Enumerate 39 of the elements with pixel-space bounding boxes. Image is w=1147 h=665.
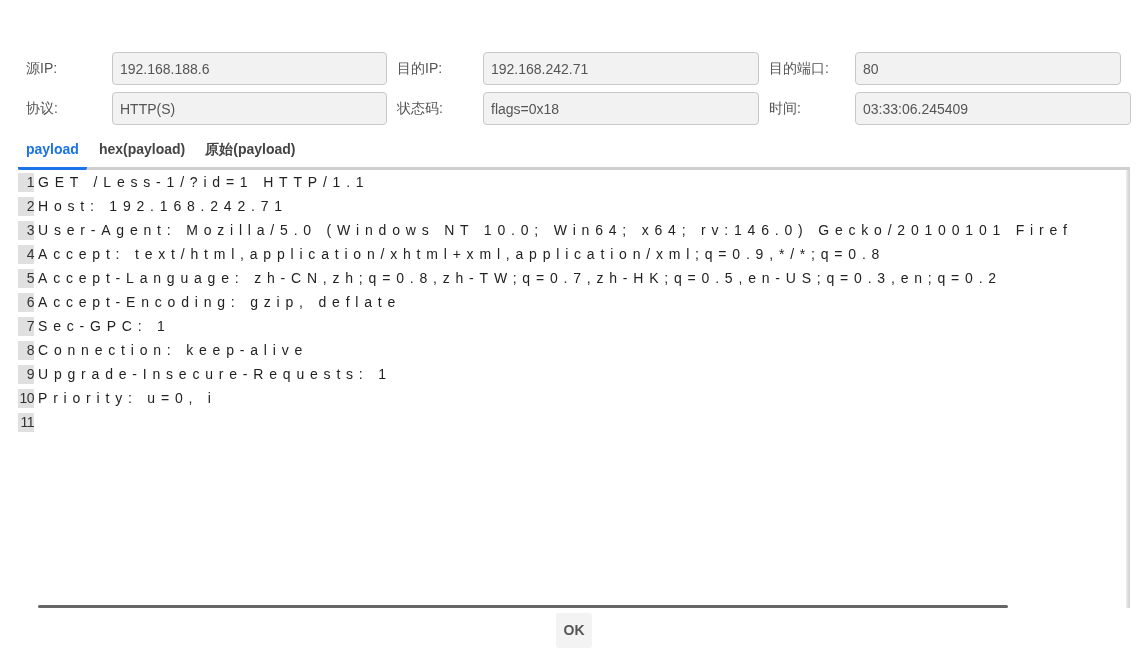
field-label: 目的端口: [769,59,830,78]
line-number: 8 [18,340,34,360]
line-number: 10 [18,388,34,408]
line-number: 5 [18,268,34,288]
field-label: 目的IP: [397,59,444,78]
text-field[interactable]: 192.168.188.6 [112,52,387,85]
code-line: Upgrade-Insecure-Requests: 1 [38,364,392,384]
code-line: User-Agent: Mozilla/5.0 (Windows NT 10.0; Win64; x64; rv:146.0) Gecko/20100101 Firef [38,220,1073,240]
text-field[interactable]: 03:33:06.245409 [855,92,1131,125]
code-line: Priority: u=0, i [38,388,217,408]
line-number: 1 [18,172,34,192]
text-field[interactable]: flags=0x18 [483,92,759,125]
tab[interactable]: payload [18,134,87,170]
code-line: Sec-GPC: 1 [38,316,171,336]
line-number: 4 [18,244,34,264]
text-field[interactable]: HTTP(S) [112,92,387,125]
text-field[interactable]: 192.168.242.71 [483,52,759,85]
field-label: 源IP: [26,59,59,78]
line-number: 11 [18,412,34,432]
field-label: 协议: [26,99,59,118]
text-field[interactable]: 80 [855,52,1121,85]
code-line: Host: 192.168.242.71 [38,196,288,216]
code-line: Connection: keep-alive [38,340,309,360]
line-number: 3 [18,220,34,240]
ok-button[interactable]: OK [556,613,592,648]
code-line: Accept-Encoding: gzip, deflate [38,292,402,312]
line-number: 2 [18,196,34,216]
field-label: 状态码: [397,99,444,118]
line-number: 6 [18,292,34,312]
line-number: 7 [18,316,34,336]
tab[interactable]: 原始(payload) [197,134,304,170]
horizontal-scrollbar[interactable] [38,605,1008,608]
code-line: GET /Less-1/?id=1 HTTP/1.1 [38,172,370,192]
code-line: Accept-Language: zh-CN,zh;q=0.8,zh-TW;q=0.7,zh-HK;q=0.5,en-US;q=0.3,en;q=0.2 [38,268,1002,288]
line-number: 9 [18,364,34,384]
field-label: 时间: [769,99,802,118]
tab[interactable]: hex(payload) [90,134,194,170]
vertical-scrollbar[interactable] [1126,170,1130,608]
code-line: Accept: text/html,application/xhtml+xml,application/xml;q=0.9,*/*;q=0.8 [38,244,886,264]
